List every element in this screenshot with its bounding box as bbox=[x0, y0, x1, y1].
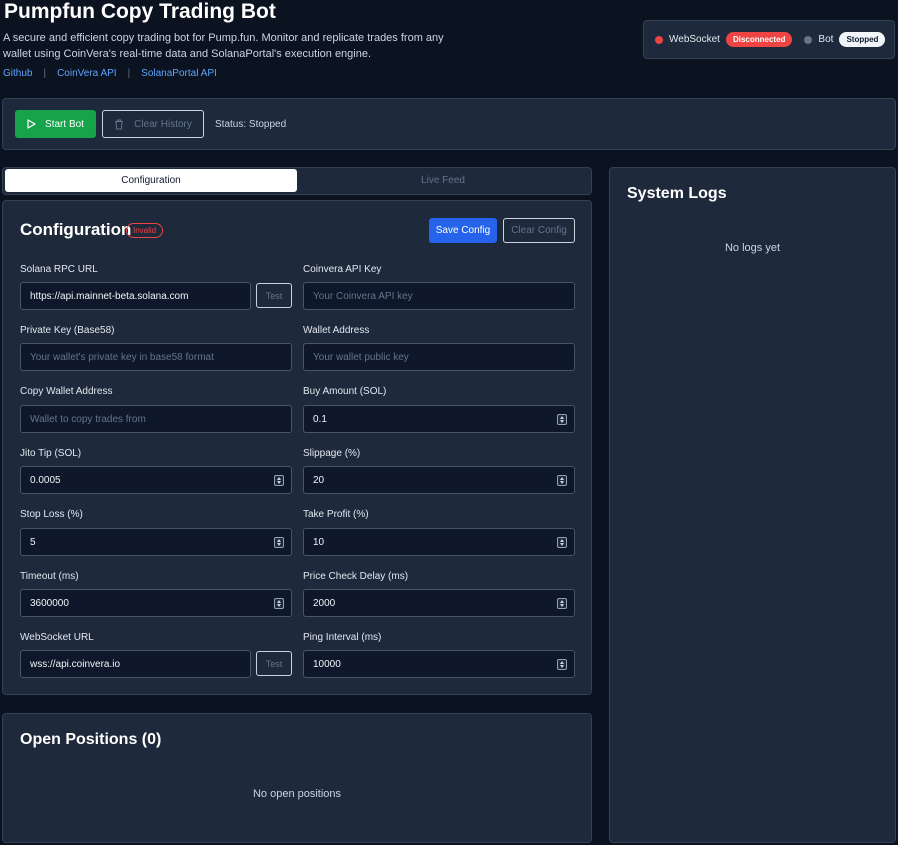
buy-amount-stepper-icon[interactable] bbox=[557, 414, 567, 425]
system-logs-title: System Logs bbox=[627, 185, 727, 202]
jito-tip-value: 0.0005 bbox=[30, 474, 61, 486]
take-profit-input[interactable]: 10 bbox=[303, 528, 575, 556]
open-positions-title: Open Positions (0) bbox=[20, 731, 162, 748]
private-key-input[interactable]: Your wallet's private key in base58 form… bbox=[20, 343, 292, 371]
timeout-label: Timeout (ms) bbox=[20, 571, 79, 582]
copy-wallet-label: Copy Wallet Address bbox=[20, 386, 113, 397]
slippage-value: 20 bbox=[313, 474, 325, 486]
copy-wallet-input[interactable]: Wallet to copy trades from bbox=[20, 405, 292, 433]
link-separator: | bbox=[127, 68, 131, 79]
stop-loss-input[interactable]: 5 bbox=[20, 528, 292, 556]
link-separator: | bbox=[43, 68, 47, 79]
github-link[interactable]: Github bbox=[3, 68, 32, 79]
system-logs-panel bbox=[609, 167, 896, 843]
bot-label: Bot bbox=[818, 34, 834, 45]
app-title: Pumpfun Copy Trading Bot bbox=[4, 0, 276, 23]
bot-status-badge: Stopped bbox=[839, 32, 886, 47]
price-check-delay-label: Price Check Delay (ms) bbox=[303, 571, 409, 582]
ping-interval-stepper-icon[interactable] bbox=[557, 659, 567, 670]
bot-status-text: Status: Stopped bbox=[215, 119, 287, 130]
start-bot-label: Start Bot bbox=[45, 118, 84, 130]
websocket-status-badge: Disconnected bbox=[725, 32, 793, 47]
timeout-stepper-icon[interactable] bbox=[274, 598, 284, 609]
stop-loss-stepper-icon[interactable] bbox=[274, 537, 284, 548]
ping-interval-input[interactable]: 10000 bbox=[303, 650, 575, 678]
price-check-delay-input[interactable]: 2000 bbox=[303, 589, 575, 617]
system-logs-empty-text: No logs yet bbox=[724, 242, 781, 254]
buy-amount-label: Buy Amount (SOL) bbox=[303, 386, 387, 397]
ping-interval-value: 10000 bbox=[313, 658, 341, 670]
start-bot-button[interactable]: Start Bot bbox=[15, 110, 96, 138]
timeout-value: 3600000 bbox=[30, 597, 69, 609]
rpc-url-label: Solana RPC URL bbox=[20, 264, 98, 275]
jito-tip-input[interactable]: 0.0005 bbox=[20, 466, 292, 494]
slippage-label: Slippage (%) bbox=[303, 448, 361, 459]
buy-amount-value: 0.1 bbox=[313, 413, 327, 425]
websocket-label: WebSocket bbox=[669, 34, 720, 45]
tab-live-feed[interactable]: Live Feed bbox=[297, 169, 589, 192]
clear-config-button[interactable]: Clear Config bbox=[503, 218, 575, 243]
coinvera-api-key-label: Coinvera API Key bbox=[303, 264, 382, 275]
coinvera-api-key-input[interactable]: Your Coinvera API key bbox=[303, 282, 575, 310]
timeout-input[interactable]: 3600000 bbox=[20, 589, 292, 617]
stop-loss-label: Stop Loss (%) bbox=[20, 509, 83, 520]
take-profit-label: Take Profit (%) bbox=[303, 509, 369, 520]
rpc-url-input[interactable]: https://api.mainnet-beta.solana.com bbox=[20, 282, 251, 310]
connection-status-panel: WebSocket Disconnected Bot Stopped bbox=[643, 20, 895, 59]
tab-configuration[interactable]: Configuration bbox=[5, 169, 297, 192]
slippage-input[interactable]: 20 bbox=[303, 466, 575, 494]
wallet-address-input[interactable]: Your wallet public key bbox=[303, 343, 575, 371]
wallet-address-label: Wallet Address bbox=[303, 325, 370, 336]
take-profit-value: 10 bbox=[313, 536, 325, 548]
test-rpc-button[interactable]: Test bbox=[256, 283, 292, 308]
clear-history-label: Clear History bbox=[134, 118, 192, 130]
price-check-delay-value: 2000 bbox=[313, 597, 336, 609]
play-icon bbox=[27, 119, 36, 129]
configuration-title: Configuration bbox=[20, 220, 132, 239]
clear-history-button[interactable]: Clear History bbox=[102, 110, 204, 138]
private-key-label: Private Key (Base58) bbox=[20, 325, 115, 336]
save-config-button[interactable]: Save Config bbox=[429, 218, 497, 243]
config-validity-badge: Invalid bbox=[126, 223, 164, 238]
websocket-url-label: WebSocket URL bbox=[20, 632, 94, 643]
solanaportal-api-link[interactable]: SolanaPortal API bbox=[141, 68, 217, 79]
app-description: A secure and efficient copy trading bot … bbox=[3, 32, 444, 60]
header-links: Github | CoinVera API | SolanaPortal API bbox=[3, 68, 217, 79]
take-profit-stepper-icon[interactable] bbox=[557, 537, 567, 548]
slippage-stepper-icon[interactable] bbox=[557, 475, 567, 486]
bot-status-dot-icon bbox=[804, 35, 813, 44]
coinvera-api-link[interactable]: CoinVera API bbox=[57, 68, 116, 79]
jito-tip-label: Jito Tip (SOL) bbox=[20, 448, 82, 459]
trash-icon bbox=[115, 119, 124, 129]
test-websocket-button[interactable]: Test bbox=[256, 651, 292, 676]
ping-interval-label: Ping Interval (ms) bbox=[303, 632, 382, 643]
websocket-url-input[interactable]: wss://api.coinvera.io bbox=[20, 650, 251, 678]
stop-loss-value: 5 bbox=[30, 536, 36, 548]
open-positions-empty-text: No open positions bbox=[252, 788, 342, 800]
buy-amount-input[interactable]: 0.1 bbox=[303, 405, 575, 433]
jito-tip-stepper-icon[interactable] bbox=[274, 475, 284, 486]
price-check-delay-stepper-icon[interactable] bbox=[557, 598, 567, 609]
websocket-status-dot-icon bbox=[655, 35, 663, 44]
